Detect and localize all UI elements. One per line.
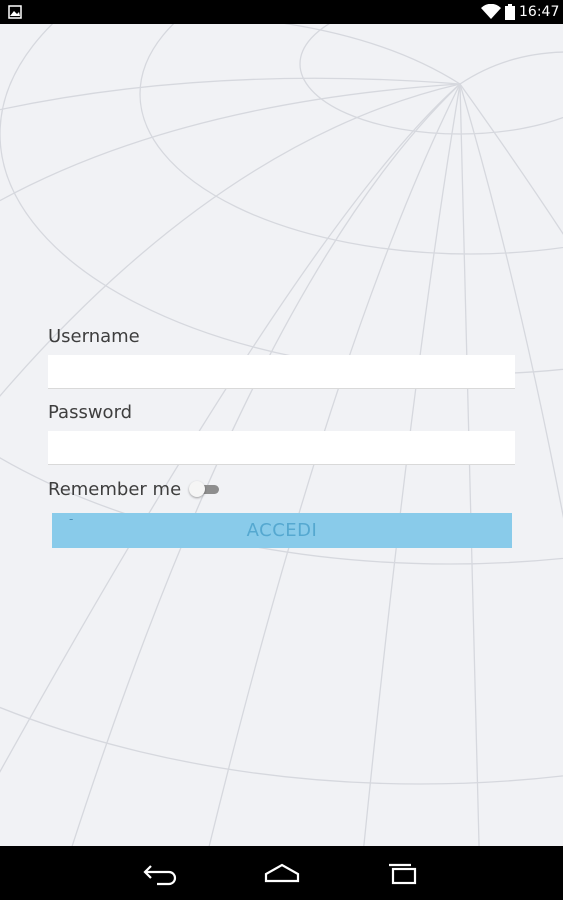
navigation-bar	[0, 846, 563, 900]
toggle-thumb	[189, 481, 205, 497]
remember-me-toggle[interactable]	[189, 481, 221, 497]
button-mark: -	[69, 512, 74, 526]
password-field[interactable]	[48, 431, 515, 465]
username-field[interactable]	[48, 355, 515, 389]
password-label: Password	[48, 402, 133, 423]
status-bar: 16:47	[0, 0, 563, 24]
username-label: Username	[48, 326, 140, 347]
battery-icon	[505, 4, 515, 20]
wifi-icon	[481, 4, 501, 19]
login-button[interactable]: - ACCEDI	[52, 512, 512, 548]
remember-me-label: Remember me	[48, 479, 182, 500]
recent-apps-icon[interactable]	[378, 859, 428, 887]
login-button-label: ACCEDI	[246, 520, 318, 541]
image-notification-icon	[8, 5, 22, 19]
back-icon[interactable]	[137, 859, 187, 887]
home-icon[interactable]	[257, 859, 307, 887]
clock: 16:47	[519, 4, 560, 20]
